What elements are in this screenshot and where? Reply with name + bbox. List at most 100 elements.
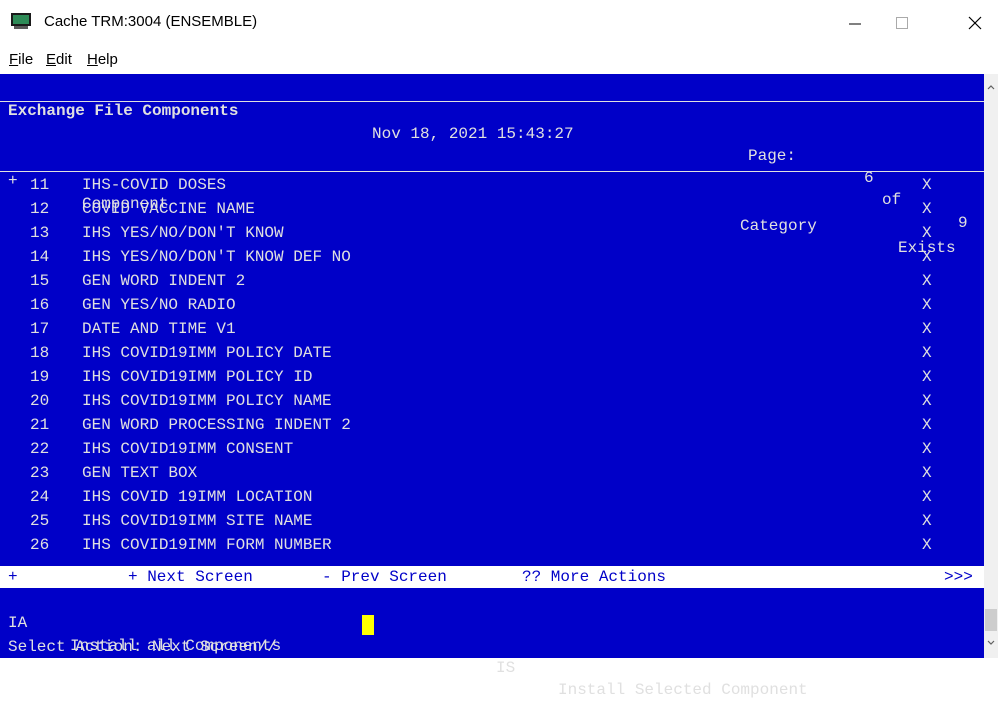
close-icon <box>968 16 982 30</box>
item-number: 17 <box>30 320 50 338</box>
menu-help[interactable]: Help <box>87 51 118 69</box>
action-is-code[interactable]: IS <box>496 657 515 679</box>
scroll-thumb[interactable] <box>985 609 997 631</box>
chevron-up-icon <box>987 85 995 90</box>
item-number: 23 <box>30 464 50 482</box>
item-exists: X <box>922 368 932 386</box>
column-header-divider <box>0 171 984 172</box>
item-number: 21 <box>30 416 50 434</box>
vertical-scrollbar[interactable] <box>984 74 998 658</box>
list-item[interactable]: 12 COVID VACCINE NAME X <box>0 198 984 220</box>
list-item[interactable]: 23 GEN TEXT BOX X <box>0 462 984 484</box>
item-exists: X <box>922 248 932 266</box>
item-number: 11 <box>30 176 50 194</box>
item-exists: X <box>922 296 932 314</box>
list-item[interactable]: 14 IHS YES/NO/DON'T KNOW DEF NO X <box>0 246 984 268</box>
item-exists: X <box>922 464 932 482</box>
text-cursor <box>362 615 374 635</box>
prev-screen-action[interactable]: - Prev Screen <box>322 566 447 588</box>
item-exists: X <box>922 344 932 362</box>
minimize-icon <box>849 23 861 25</box>
header-datetime: Nov 18, 2021 15:43:27 <box>372 124 574 143</box>
item-number: 12 <box>30 200 50 218</box>
menu-help-label: Help <box>87 51 118 68</box>
item-component-name: IHS COVID19IMM SITE NAME <box>82 512 313 530</box>
terminal-app-icon <box>11 13 31 29</box>
list-item[interactable]: 24 IHS COVID 19IMM LOCATION X <box>0 486 984 508</box>
list-item[interactable]: 11 IHS-COVID DOSES X <box>0 174 984 196</box>
navigation-bar: + + Next Screen - Prev Screen ?? More Ac… <box>0 566 984 588</box>
header-line: Exchange File Components Nov 18, 2021 15… <box>0 78 984 231</box>
title-bar: Cache TRM:3004 (ENSEMBLE) <box>0 0 998 46</box>
item-component-name: IHS COVID19IMM POLICY ID <box>82 368 313 386</box>
item-component-name: IHS YES/NO/DON'T KNOW DEF NO <box>82 248 351 266</box>
item-exists: X <box>922 416 932 434</box>
item-number: 20 <box>30 392 50 410</box>
menu-file-label: File <box>9 51 34 68</box>
item-component-name: IHS COVID19IMM CONSENT <box>82 440 294 458</box>
item-component-name: IHS COVID19IMM POLICY DATE <box>82 344 332 362</box>
list-item[interactable]: 15 GEN WORD INDENT 2 X <box>0 270 984 292</box>
maximize-button[interactable] <box>882 5 922 41</box>
item-exists: X <box>922 512 932 530</box>
list-item[interactable]: 19 IHS COVID19IMM POLICY ID X <box>0 366 984 388</box>
more-actions-action[interactable]: ?? More Actions <box>522 566 666 588</box>
menu-file[interactable]: File <box>9 51 33 69</box>
item-number: 22 <box>30 440 50 458</box>
item-component-name: COVID VACCINE NAME <box>82 200 255 218</box>
maximize-icon <box>896 17 908 29</box>
scroll-up-button[interactable] <box>984 80 998 94</box>
list-item[interactable]: 26 IHS COVID19IMM FORM NUMBER X <box>0 534 984 556</box>
menu-edit[interactable]: Edit <box>46 51 72 69</box>
item-component-name: GEN YES/NO RADIO <box>82 296 236 314</box>
item-component-name: DATE AND TIME V1 <box>82 320 236 338</box>
item-number: 24 <box>30 488 50 506</box>
item-exists: X <box>922 392 932 410</box>
menu-edit-label: Edit <box>46 51 72 68</box>
list-item[interactable]: 20 IHS COVID19IMM POLICY NAME X <box>0 390 984 412</box>
scroll-down-button[interactable] <box>984 636 998 650</box>
item-exists: X <box>922 536 932 554</box>
item-component-name: IHS COVID 19IMM LOCATION <box>82 488 313 506</box>
item-exists: X <box>922 200 932 218</box>
menu-bar: File Edit Help <box>0 46 998 74</box>
more-arrows: >>> <box>944 568 973 586</box>
list-item[interactable]: 25 IHS COVID19IMM SITE NAME X <box>0 510 984 532</box>
item-exists: X <box>922 176 932 194</box>
item-exists: X <box>922 224 932 242</box>
list-item[interactable]: 13 IHS YES/NO/DON'T KNOW X <box>0 222 984 244</box>
terminal-screen[interactable]: Exchange File Components Nov 18, 2021 15… <box>0 74 984 699</box>
next-screen-action[interactable]: + Next Screen <box>128 566 253 588</box>
item-exists: X <box>922 272 932 290</box>
item-exists: X <box>922 440 932 458</box>
screen-title: Exchange File Components <box>8 102 239 121</box>
list-item[interactable]: 16 GEN YES/NO RADIO X <box>0 294 984 316</box>
column-header-row: + Component Category Exists <box>0 148 984 257</box>
list-item[interactable]: 21 GEN WORD PROCESSING INDENT 2 X <box>0 414 984 436</box>
list-item[interactable]: 17 DATE AND TIME V1 X <box>0 318 984 340</box>
item-component-name: IHS COVID19IMM POLICY NAME <box>82 392 332 410</box>
item-component-name: IHS YES/NO/DON'T KNOW <box>82 224 284 242</box>
chevron-down-icon <box>987 640 995 645</box>
action-is-label[interactable]: Install Selected Component <box>558 679 808 701</box>
item-exists: X <box>922 488 932 506</box>
header-divider <box>0 101 984 102</box>
item-number: 19 <box>30 368 50 386</box>
list-item[interactable]: 22 IHS COVID19IMM CONSENT X <box>0 438 984 460</box>
item-number: 14 <box>30 248 50 266</box>
item-component-name: GEN WORD INDENT 2 <box>82 272 246 290</box>
prompt-line[interactable]: Select Action: Next Screen// <box>0 614 984 656</box>
action-line: IA Install all Components IS Install Sel… <box>0 590 984 699</box>
minimize-button[interactable] <box>835 5 875 41</box>
item-exists: X <box>922 320 932 338</box>
nav-marker: + <box>8 568 18 586</box>
action-prompt: Select Action: Next Screen// <box>8 638 277 657</box>
item-component-name: IHS COVID19IMM FORM NUMBER <box>82 536 332 554</box>
item-component-name: GEN TEXT BOX <box>82 464 198 482</box>
item-number: 26 <box>30 536 50 554</box>
item-number: 18 <box>30 344 50 362</box>
item-number: 15 <box>30 272 50 290</box>
close-button[interactable] <box>955 5 995 41</box>
item-component-name: GEN WORD PROCESSING INDENT 2 <box>82 416 351 434</box>
list-item[interactable]: 18 IHS COVID19IMM POLICY DATE X <box>0 342 984 364</box>
